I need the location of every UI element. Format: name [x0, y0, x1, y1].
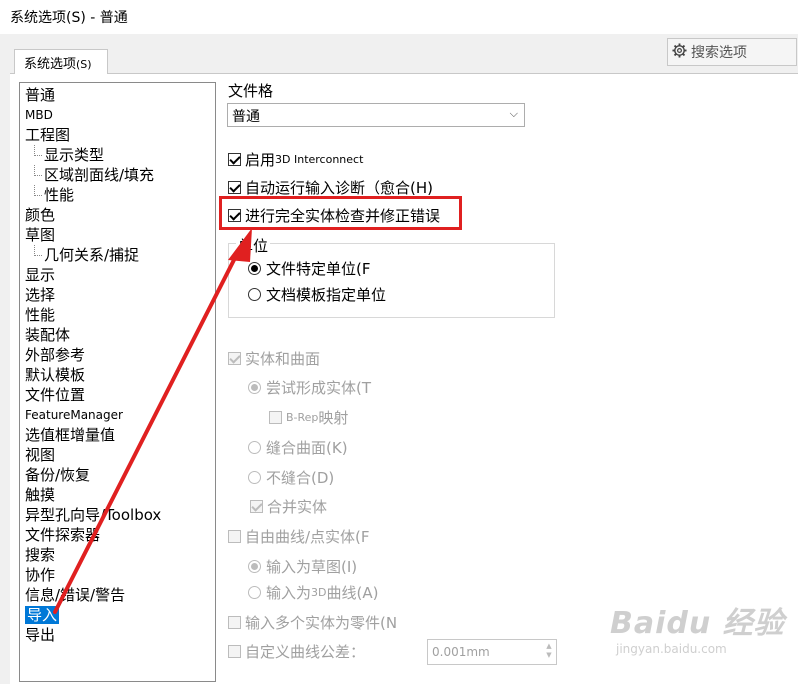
baidu-watermark: Baidu 经验 jingyan.baidu.com	[610, 598, 790, 658]
red-arrow-annotation	[53, 228, 252, 614]
arrow-icon	[53, 228, 252, 614]
watermark-main: Baidu 经验	[610, 606, 785, 641]
watermark-sub: jingyan.baidu.com	[616, 642, 727, 656]
